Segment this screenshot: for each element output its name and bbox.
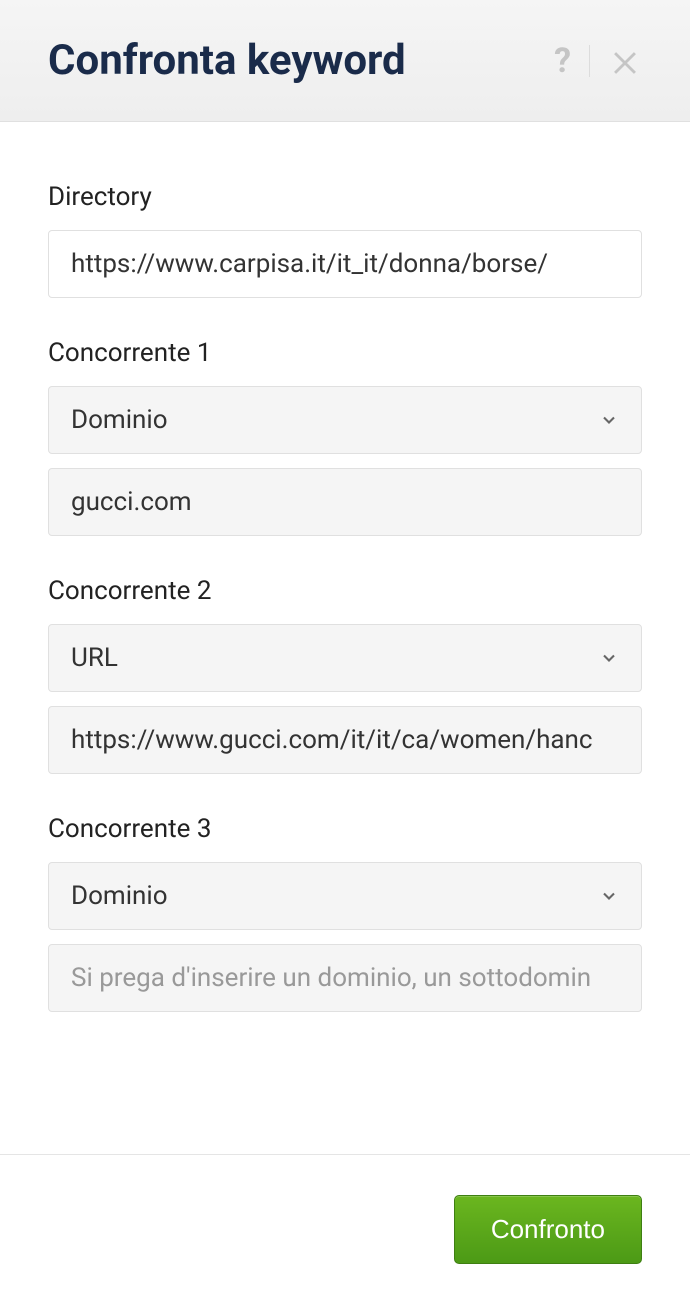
chevron-down-icon xyxy=(599,410,619,430)
competitor-1-type-value: Dominio xyxy=(71,405,168,435)
competitor-2-type-value: URL xyxy=(71,643,118,673)
competitor-2-type-select[interactable]: URL xyxy=(48,624,642,692)
header-actions: ? xyxy=(554,41,642,81)
directory-input[interactable] xyxy=(48,230,642,298)
help-icon[interactable]: ? xyxy=(554,41,571,81)
chevron-down-icon xyxy=(599,648,619,668)
modal-header: Confronta keyword ? xyxy=(0,0,690,122)
close-icon[interactable] xyxy=(608,44,642,78)
submit-button[interactable]: Confronto xyxy=(454,1195,642,1264)
competitor-3-type-select[interactable]: Dominio xyxy=(48,862,642,930)
chevron-down-icon xyxy=(599,886,619,906)
competitor-3-value-input[interactable] xyxy=(48,944,642,1012)
competitor-3-label: Concorrente 3 xyxy=(48,814,642,844)
divider xyxy=(589,45,590,77)
competitor-1-label: Concorrente 1 xyxy=(48,338,642,368)
competitor-1-type-select[interactable]: Dominio xyxy=(48,386,642,454)
directory-label: Directory xyxy=(48,182,642,212)
modal-footer: Confronto xyxy=(0,1154,690,1264)
competitor-3-group: Concorrente 3 Dominio xyxy=(48,814,642,1012)
competitor-2-group: Concorrente 2 URL xyxy=(48,576,642,774)
competitor-2-label: Concorrente 2 xyxy=(48,576,642,606)
modal-title: Confronta keyword xyxy=(48,36,406,85)
competitor-1-group: Concorrente 1 Dominio xyxy=(48,338,642,536)
competitor-3-type-value: Dominio xyxy=(71,881,168,911)
competitor-2-value-input[interactable] xyxy=(48,706,642,774)
directory-group: Directory xyxy=(48,182,642,298)
competitor-1-value-input[interactable] xyxy=(48,468,642,536)
modal-body: Directory Concorrente 1 Dominio Concorre… xyxy=(0,122,690,1092)
